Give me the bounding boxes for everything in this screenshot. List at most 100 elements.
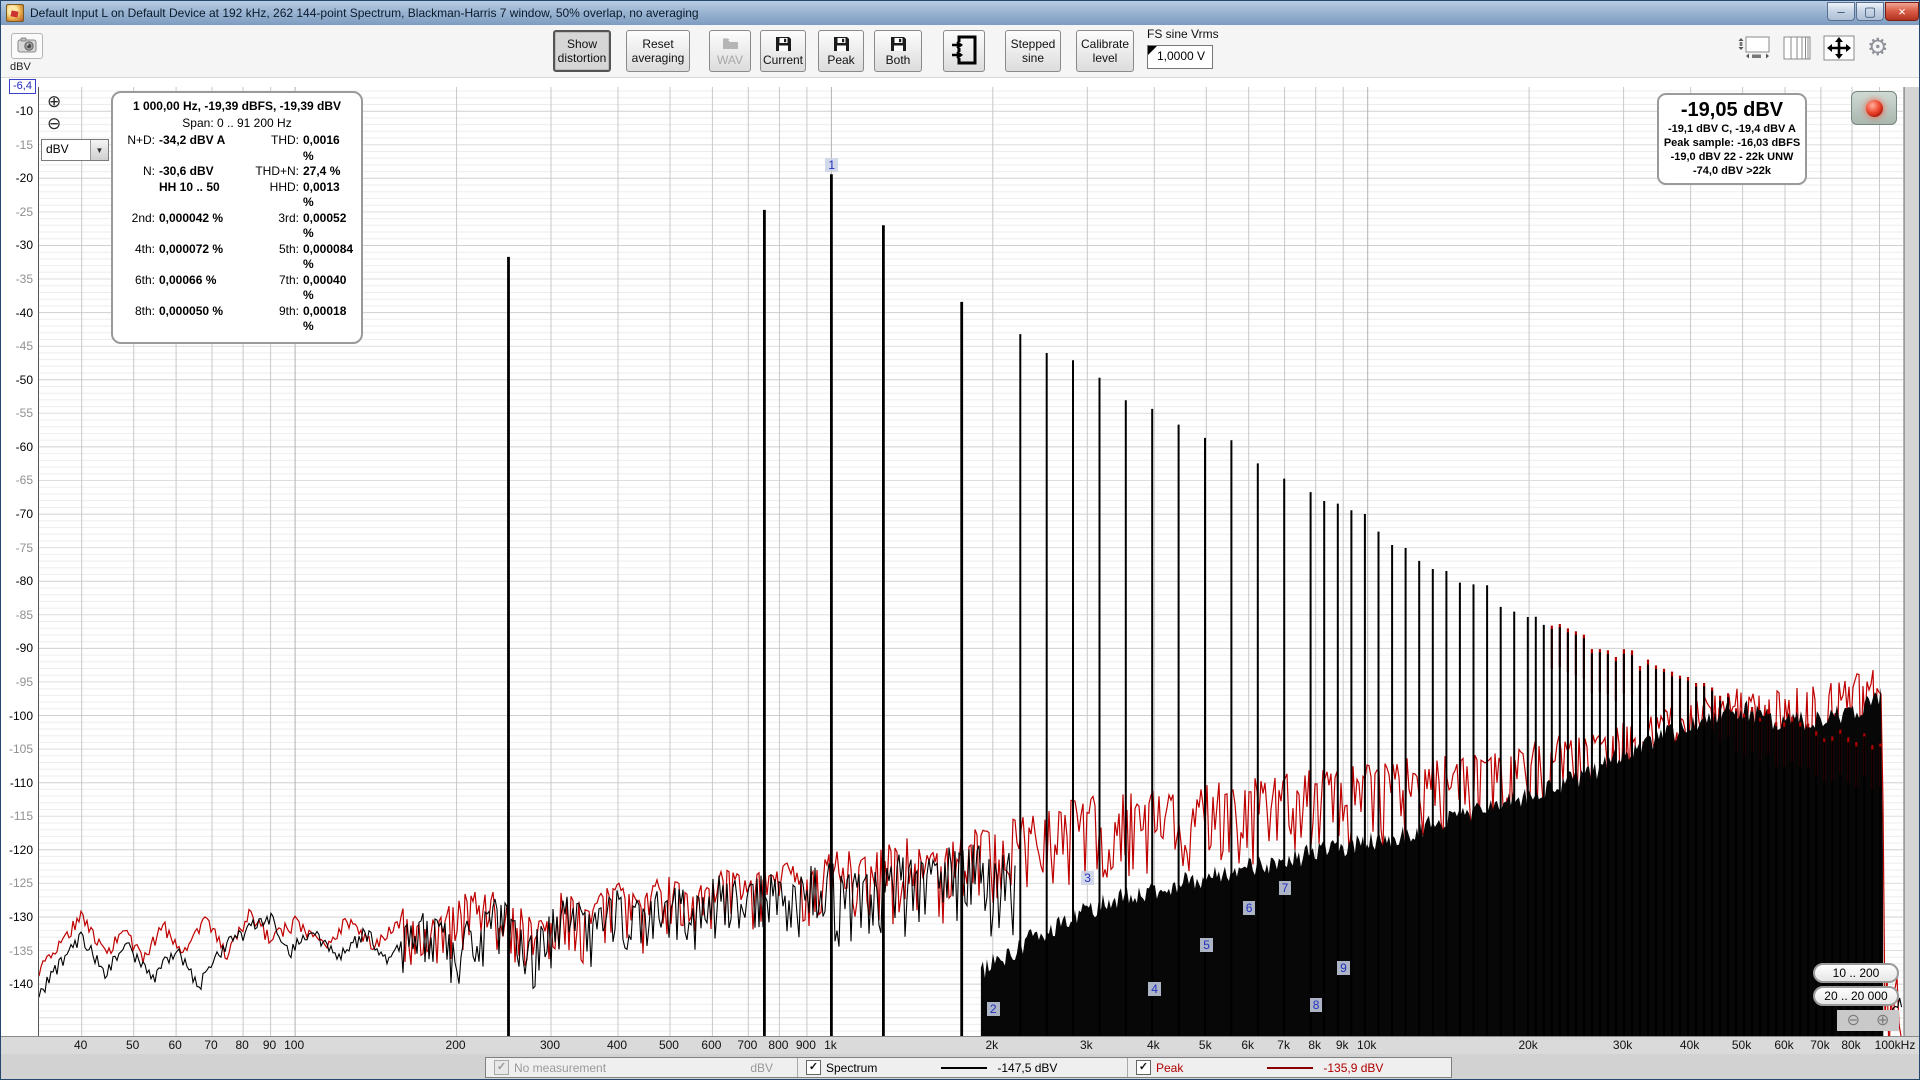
range-10-200-button[interactable]: 10 .. 200	[1813, 963, 1899, 983]
gear-icon[interactable]: ⚙	[1867, 36, 1889, 60]
io-routing-button[interactable]	[943, 30, 985, 72]
no-measurement-section: ✓ No measurement dBV	[486, 1058, 798, 1077]
distortion-row: 8th:0,000050 %9th:0,00018 %	[121, 304, 353, 335]
no-measurement-label: No measurement	[514, 1061, 606, 1075]
harmonic-marker-9: 9	[1337, 961, 1350, 975]
x-tick-label: 300	[535, 1038, 565, 1052]
zoom-out-icon[interactable]: ⊖	[1847, 1013, 1860, 1029]
show-distortion-button[interactable]: Show distortion	[553, 30, 611, 72]
y-axis-title: dBV	[10, 61, 31, 73]
y-axis-top-value-box[interactable]: -6,4	[9, 79, 36, 94]
y-tick-label: -30	[1, 238, 33, 252]
peak-line-sample	[1267, 1067, 1313, 1069]
plot-right-gutter	[1904, 87, 1920, 1036]
distortion-rows: N+D:-34,2 dBV ATHD:0,0016 %N:-30,6 dBVTH…	[121, 133, 353, 335]
y-tick-label: -95	[1, 675, 33, 689]
distortion-row: N+D:-34,2 dBV ATHD:0,0016 %	[121, 133, 353, 164]
y-tick-label: -130	[1, 910, 33, 924]
x-tick-label: 700	[732, 1038, 762, 1052]
y-tick-label: -60	[1, 440, 33, 454]
app-icon	[6, 4, 24, 22]
spectrum-label: Spectrum	[826, 1061, 877, 1075]
peak-legend-section: ✓ Peak -135,9 dBV	[1128, 1058, 1451, 1077]
save-peak-button[interactable]: Peak	[818, 30, 864, 72]
x-tick-label: 7k	[1269, 1038, 1299, 1052]
x-tick-label: 60	[160, 1038, 190, 1052]
save-current-button[interactable]: Current	[760, 30, 806, 72]
y-tick-label: -125	[1, 876, 33, 890]
distortion-info-box: 1 000,00 Hz, -19,39 dBFS, -19,39 dBV Spa…	[111, 91, 363, 344]
fs-sine-vrms-input[interactable]	[1157, 47, 1209, 65]
y-tick-label: -50	[1, 373, 33, 387]
x-tick-label: 40k	[1675, 1038, 1705, 1052]
level-line: Peak sample: -16,03 dBFS	[1663, 136, 1801, 150]
x-tick-label: 80	[227, 1038, 257, 1052]
close-button[interactable]: ×	[1885, 2, 1919, 21]
window-title: Default Input L on Default Device at 192…	[30, 6, 699, 20]
maximize-button[interactable]: ▢	[1856, 2, 1884, 21]
pan-view-icon[interactable]	[1737, 34, 1771, 62]
status-bar: ✓ No measurement dBV ✓ Spectrum -147,5 d…	[485, 1057, 1452, 1078]
save-icon	[776, 36, 791, 52]
fit-view-icon[interactable]	[1823, 35, 1855, 61]
y-tick-label: -110	[1, 776, 33, 790]
y-tick-label: -90	[1, 641, 33, 655]
no-measurement-checkbox: ✓	[494, 1060, 509, 1075]
y-tick-label: -45	[1, 339, 33, 353]
y-tick-label: -75	[1, 541, 33, 555]
distortion-row: 6th:0,00066 %7th:0,00040 %	[121, 273, 353, 304]
harmonic-marker-4: 4	[1148, 982, 1161, 996]
x-tick-label: 70	[196, 1038, 226, 1052]
calibrate-level-button[interactable]: Calibrate level	[1076, 30, 1134, 72]
y-tick-label: -115	[1, 809, 33, 823]
harmonic-marker-6: 6	[1243, 901, 1256, 915]
spectrum-value: -147,5 dBV	[997, 1061, 1057, 1075]
x-tick-label: 3k	[1071, 1038, 1101, 1052]
zoom-in-icon[interactable]: ⊕	[1876, 1013, 1889, 1029]
app-window: Default Input L on Default Device at 192…	[0, 0, 1920, 1080]
harmonic-marker-5: 5	[1200, 938, 1213, 952]
y-tick-label: -120	[1, 843, 33, 857]
stepped-sine-button[interactable]: Stepped sine	[1005, 30, 1061, 72]
unit-select[interactable]: dBV ▼	[41, 139, 109, 161]
screenshot-button[interactable]	[11, 33, 43, 59]
frequency-bands-icon[interactable]	[1783, 36, 1811, 60]
level-line: -19,1 dBV C, -19,4 dBV A	[1663, 122, 1801, 136]
y-tick-label: -25	[1, 205, 33, 219]
harmonic-marker-3: 3	[1081, 871, 1094, 885]
distortion-row: 2nd:0,000042 %3rd:0,00052 %	[121, 211, 353, 242]
y-tick-label: -70	[1, 507, 33, 521]
harmonic-marker-2: 2	[987, 1002, 1000, 1016]
zoom-in-icon[interactable]: ⊕	[47, 93, 61, 110]
zoom-out-icon[interactable]: ⊖	[47, 115, 61, 132]
spectrum-line-sample	[941, 1067, 987, 1069]
x-tick-label: 20k	[1513, 1038, 1543, 1052]
y-tick-label: -55	[1, 406, 33, 420]
save-both-button[interactable]: Both	[874, 30, 922, 72]
x-tick-label: 200	[441, 1038, 471, 1052]
x-tick-label: 1k	[815, 1038, 845, 1052]
title-bar: Default Input L on Default Device at 192…	[1, 1, 1920, 26]
x-tick-label: 40	[66, 1038, 96, 1052]
chevron-down-icon[interactable]: ▼	[90, 140, 108, 160]
wav-button: WAV	[709, 30, 751, 72]
peak-value: -135,9 dBV	[1323, 1061, 1383, 1075]
spectrum-checkbox[interactable]: ✓	[806, 1060, 821, 1075]
freq-zoom-panel: ⊖ ⊕	[1837, 1010, 1899, 1031]
y-tick-label: -15	[1, 138, 33, 152]
level-info-box: -19,05 dBV -19,1 dBV C, -19,4 dBV APeak …	[1657, 93, 1807, 185]
peak-checkbox[interactable]: ✓	[1136, 1060, 1151, 1075]
level-line: -19,0 dBV 22 - 22k UNW	[1663, 150, 1801, 164]
level-main-value: -19,05 dBV	[1663, 98, 1801, 122]
minimize-button[interactable]: –	[1827, 2, 1855, 21]
y-tick-label: -65	[1, 473, 33, 487]
record-button[interactable]	[1851, 91, 1897, 125]
x-tick-label: 500	[654, 1038, 684, 1052]
harmonic-marker-8: 8	[1310, 998, 1323, 1012]
reset-averaging-button[interactable]: Reset averaging	[626, 30, 690, 72]
x-tick-label: 60k	[1769, 1038, 1799, 1052]
camera-icon	[17, 37, 37, 56]
x-tick-label: 100	[279, 1038, 309, 1052]
span-readout: Span: 0 .. 91 200 Hz	[121, 116, 353, 130]
range-20-20000-button[interactable]: 20 .. 20 000	[1813, 986, 1899, 1006]
